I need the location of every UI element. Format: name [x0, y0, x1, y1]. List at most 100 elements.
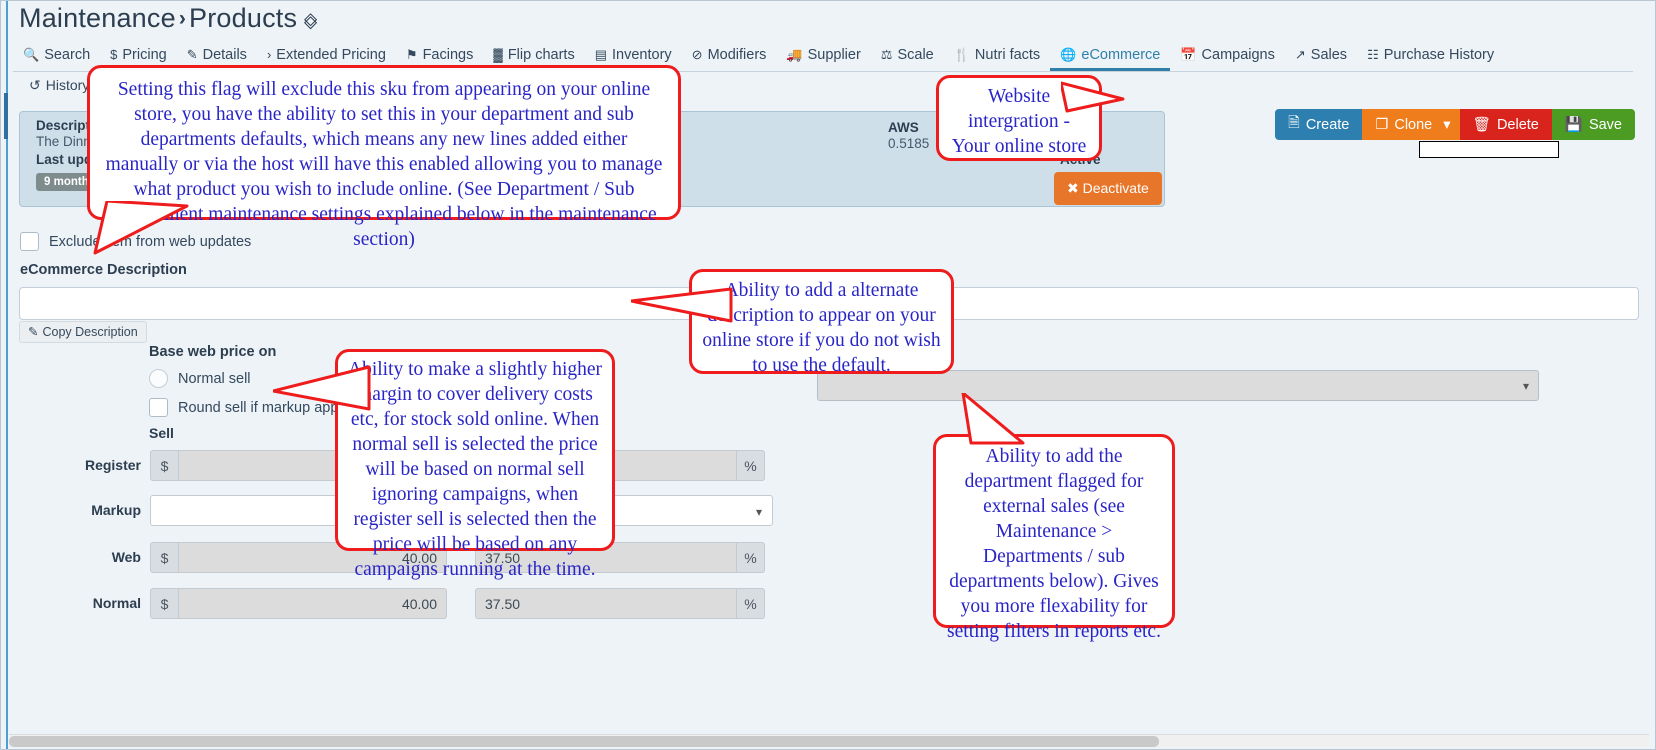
aws-value: 0.5185	[888, 136, 930, 151]
price-row: Normal $40.00 37.50%	[1, 588, 801, 619]
breadcrumb-root[interactable]: Maintenance	[19, 3, 176, 33]
tab-label: Pricing	[122, 47, 167, 63]
delete-button[interactable]: 🗑 Delete	[1459, 109, 1552, 140]
tab-label: Scale	[897, 47, 934, 63]
truck-icon: 🚚	[786, 47, 803, 62]
base-web-price-label: Base web price on	[149, 344, 277, 360]
margin-input[interactable]: 37.50	[475, 588, 737, 619]
create-button[interactable]: 🗎 Create	[1275, 109, 1363, 140]
price-row-label: Markup	[91, 502, 141, 518]
tab-label: Inventory	[612, 47, 672, 63]
normal-sell-radio[interactable]	[149, 369, 168, 388]
callout-tail-website	[1061, 81, 1125, 113]
tab-label: Supplier	[807, 47, 861, 63]
tab-purchase-history[interactable]: ☷ Purchase History	[1357, 39, 1504, 71]
scrollbar-thumb[interactable]	[9, 736, 1159, 747]
margin-input-group: 37.50%	[475, 588, 765, 619]
callout-tail-altdesc	[631, 287, 733, 323]
tab-supplier[interactable]: 🚚 Supplier	[776, 39, 870, 71]
floppy-disk-icon: 💾	[1564, 117, 1583, 133]
percent-symbol: %	[737, 542, 765, 573]
external-department-select[interactable]: ▾	[817, 370, 1539, 401]
tab-label: Modifiers	[707, 47, 767, 63]
check-circle-icon: ⊘	[691, 47, 703, 62]
tab-modifiers[interactable]: ⊘ Modifiers	[682, 39, 777, 71]
tab-label: Campaigns	[1201, 47, 1275, 63]
application-window: Maintenance › Products ⧉ 🔍 Search $ Pricing ✎ De…	[0, 0, 1656, 750]
round-sell-checkbox[interactable]	[149, 398, 168, 417]
sell-input-group: $40.00	[150, 588, 447, 619]
left-rail-indicator	[4, 93, 8, 139]
price-row-label: Register	[84, 457, 141, 473]
clone-button[interactable]: ❐ Clone	[1362, 109, 1442, 140]
copy-description-button[interactable]: ✎ Copy Description	[19, 321, 147, 343]
save-button[interactable]: 💾 Save	[1551, 109, 1635, 140]
price-row-label: Normal	[92, 595, 141, 611]
currency-symbol: $	[150, 450, 178, 481]
edit-square-icon: ✎	[28, 325, 39, 339]
clone-label: Clone	[1394, 116, 1433, 133]
history-clock-icon: ↺	[29, 77, 41, 93]
copy-description-label: Copy Description	[42, 325, 138, 339]
clone-dropdown-menu[interactable]	[1419, 141, 1559, 158]
price-row-label: Web	[111, 549, 141, 565]
tab-label: Flip charts	[507, 47, 575, 63]
tab-label: Details	[202, 47, 247, 63]
document-icon: 🗎	[1288, 115, 1300, 131]
currency-symbol: $	[150, 542, 178, 573]
tab-label: Facings	[422, 47, 474, 63]
cutlery-icon: 🍴	[953, 47, 970, 62]
tab-sales[interactable]: ↗ Sales	[1285, 39, 1357, 71]
scale-icon: ⚖	[880, 47, 893, 62]
deactivate-label: Deactivate	[1082, 180, 1149, 196]
calendar-icon: 📅	[1180, 47, 1197, 62]
search-icon: 🔍	[23, 47, 40, 62]
create-label: Create	[1305, 116, 1350, 133]
chevron-down-icon: ▾	[1522, 379, 1529, 393]
aws-block: AWS 0.5185	[888, 120, 929, 151]
currency-symbol: $	[150, 588, 178, 619]
sell-column-header: Sell	[149, 425, 174, 441]
tab-label: Sales	[1310, 47, 1348, 63]
ecommerce-description-label: eCommerce Description	[20, 262, 187, 278]
globe-icon: 🌐	[1060, 47, 1077, 62]
history-label: History	[45, 77, 90, 93]
horizontal-scrollbar[interactable]	[9, 734, 1649, 747]
breadcrumb-page: Products	[189, 3, 298, 33]
percent-symbol: %	[737, 588, 765, 619]
callout-department-explain: Ability to add the department flagged fo…	[933, 434, 1175, 642]
tab-label: Purchase History	[1383, 47, 1495, 63]
callout-exclude-flag: Setting this flag will exclude this sku …	[87, 65, 681, 250]
deactivate-button[interactable]: ✖ Deactivate	[1054, 172, 1162, 205]
left-rail	[1, 1, 8, 749]
exclude-item-checkbox[interactable]	[20, 232, 39, 251]
action-button-group: 🗎 Create ❐ Clone ▾ 🗑 Delete 💾 Save	[1275, 109, 1635, 140]
close-icon: ✖	[1067, 180, 1079, 196]
chevron-down-icon: ▾	[755, 505, 762, 519]
percent-symbol: %	[737, 450, 765, 481]
breadcrumb-separator: ›	[178, 7, 187, 30]
trash-icon: 🗑	[1472, 117, 1491, 133]
tab-ecommerce[interactable]: 🌐 eCommerce	[1050, 39, 1171, 71]
history-button[interactable]: ↺ History	[29, 77, 89, 94]
chevron-down-icon: ▾	[1443, 116, 1451, 133]
tab-label: Search	[44, 47, 91, 63]
aws-label: AWS	[888, 120, 919, 135]
tab-campaigns[interactable]: 📅 Campaigns	[1170, 39, 1285, 71]
callout-tail-markup	[273, 365, 371, 411]
tab-label: Extended Pricing	[276, 47, 386, 63]
tab-scale[interactable]: ⚖ Scale	[871, 39, 944, 71]
clone-dropdown-toggle[interactable]: ▾	[1441, 109, 1460, 140]
delete-label: Delete	[1496, 116, 1539, 133]
tab-label: eCommerce	[1081, 47, 1161, 63]
tab-nutri-facts[interactable]: 🍴 Nutri facts	[944, 39, 1050, 71]
copy-icon: ❐	[1375, 116, 1389, 133]
tab-label: Nutri facts	[974, 47, 1041, 63]
tab-search[interactable]: 🔍 Search	[13, 39, 100, 71]
callout-tail-exclude	[93, 201, 189, 255]
sell-input[interactable]: 40.00	[178, 588, 447, 619]
normal-sell-row: Normal sell	[149, 369, 251, 388]
purchase-history-icon: ☷	[1367, 47, 1379, 62]
pin-icon[interactable]: ⧉	[299, 9, 322, 33]
chart-line-icon: ↗	[1294, 47, 1306, 62]
